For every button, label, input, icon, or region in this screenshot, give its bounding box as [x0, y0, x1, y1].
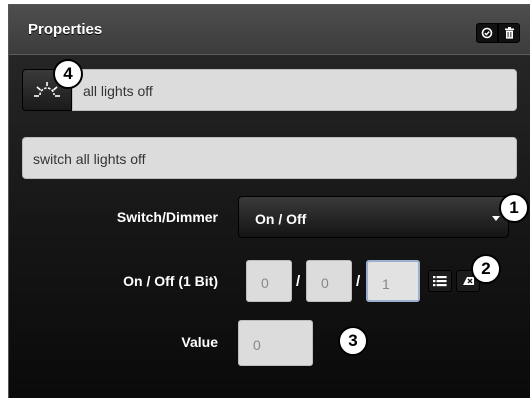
address-middle-input[interactable]: 0 [306, 260, 352, 302]
check-circle-icon [481, 27, 493, 39]
description-input[interactable]: switch all lights off [22, 137, 517, 179]
address-separator: / [356, 273, 361, 290]
switch-dimmer-value: On / Off [255, 211, 307, 227]
caret-down-icon [492, 216, 500, 221]
address-separator: / [296, 273, 301, 290]
name-input[interactable]: all lights off [72, 69, 517, 111]
value-label: Value [181, 334, 218, 350]
address-sub-input[interactable]: 1 [366, 260, 420, 302]
switch-dimmer-select[interactable]: On / Off [238, 196, 509, 238]
callout-badge: 1 [499, 193, 529, 223]
switch-dimmer-label: Switch/Dimmer [116, 209, 218, 225]
address-list-button[interactable] [428, 270, 452, 292]
callout-badge: 4 [53, 59, 83, 89]
header-button-group [476, 23, 520, 43]
group-address-label: On / Off (1 Bit) [123, 273, 218, 289]
address-main-input[interactable]: 0 [246, 260, 292, 302]
panel-title: Properties [28, 21, 103, 38]
check-circle-button[interactable] [476, 23, 498, 43]
value-input[interactable]: 0 [238, 320, 313, 366]
delete-button[interactable] [498, 23, 520, 43]
callout-badge: 2 [471, 254, 501, 284]
callout-badge: 3 [338, 326, 368, 356]
list-icon [433, 276, 447, 287]
panel-header: Properties [9, 5, 530, 55]
trash-icon [504, 27, 514, 39]
